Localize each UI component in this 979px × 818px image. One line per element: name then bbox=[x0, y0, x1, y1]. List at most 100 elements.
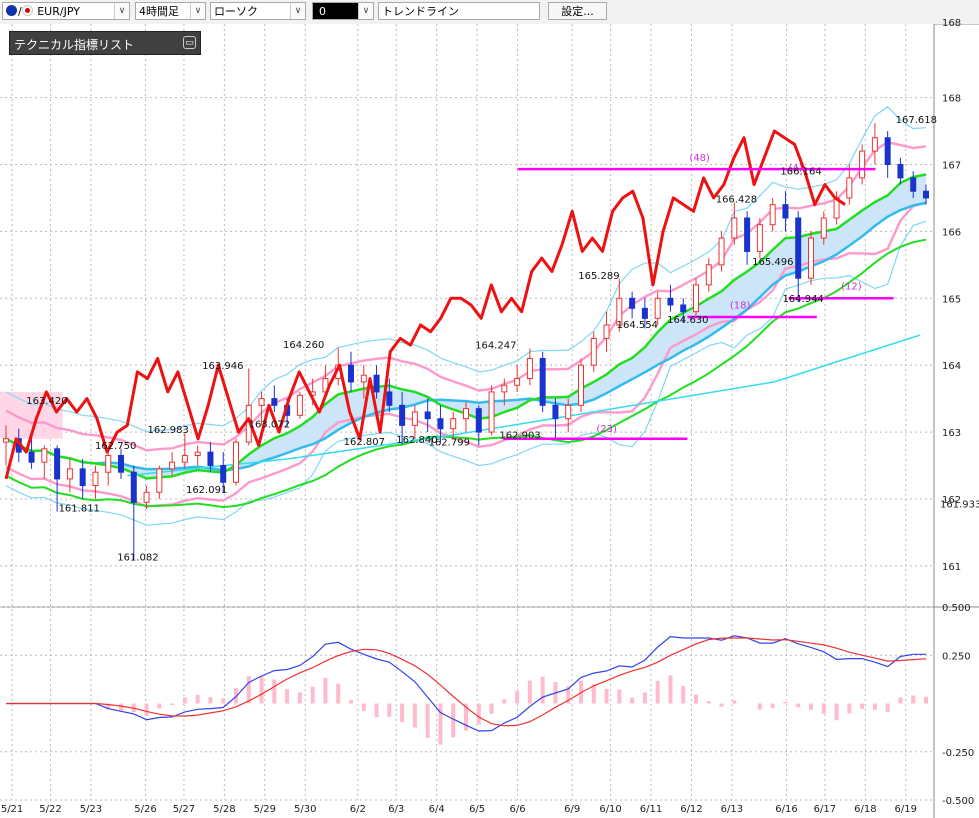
candle-body bbox=[233, 441, 239, 483]
macd-histogram-bar bbox=[885, 703, 890, 712]
candle-body bbox=[859, 150, 866, 179]
macd-histogram-bar bbox=[400, 703, 405, 723]
macd-histogram-bar bbox=[144, 703, 149, 716]
candle-body bbox=[105, 454, 112, 473]
macd-histogram-bar bbox=[527, 680, 532, 704]
candle-body bbox=[603, 324, 610, 339]
candle-body bbox=[258, 398, 265, 406]
price-label: 164.247 bbox=[475, 341, 516, 352]
macd-histogram-bar bbox=[374, 703, 379, 718]
candle-body bbox=[501, 384, 508, 393]
price-label: 166.164 bbox=[780, 167, 821, 178]
candle-body bbox=[731, 217, 738, 239]
x-axis: 5/21 5/22 5/23 5/26 5/27 5/28 5/29 5/30 6/2 6/3 6/… bbox=[1, 804, 917, 815]
candle-body bbox=[220, 465, 227, 483]
candle-body bbox=[130, 471, 137, 503]
candle-body bbox=[424, 411, 431, 420]
x-tick-label: 6/19 bbox=[895, 804, 917, 815]
macd-histogram-bar bbox=[821, 703, 826, 714]
candle-body bbox=[143, 491, 150, 503]
macd-histogram-bar bbox=[617, 689, 622, 704]
candle-body bbox=[667, 297, 674, 306]
candle-body bbox=[3, 438, 9, 443]
macd-histogram-bar bbox=[872, 703, 877, 710]
candle-body bbox=[373, 374, 380, 393]
macd-histogram-bar bbox=[349, 700, 353, 704]
x-tick-label: 5/23 bbox=[80, 804, 102, 815]
candle-body bbox=[693, 284, 699, 313]
candle-body bbox=[910, 177, 917, 192]
macd-tick-label: -0.500 bbox=[942, 796, 974, 807]
trendline-label: (48) bbox=[689, 153, 710, 164]
macd-histogram-bar bbox=[694, 694, 698, 704]
trendline-label: (18) bbox=[730, 300, 751, 311]
candle-body bbox=[28, 451, 35, 463]
macd-histogram-bar bbox=[502, 699, 507, 704]
price-label: 163.420 bbox=[26, 396, 67, 407]
x-tick-label: 6/13 bbox=[721, 804, 743, 815]
price-label: 162.091 bbox=[186, 485, 227, 496]
macd-histogram-bar bbox=[642, 692, 647, 704]
candle-body bbox=[296, 394, 303, 416]
price-label: 165.289 bbox=[578, 271, 619, 282]
candle-body bbox=[475, 408, 482, 433]
x-tick-label: 6/6 bbox=[510, 804, 526, 815]
candle-body bbox=[54, 448, 61, 480]
y-tick-label: 161.933 bbox=[940, 499, 979, 510]
candle-body bbox=[897, 163, 904, 179]
y-tick-label: 168 bbox=[942, 94, 961, 105]
x-tick-label: 6/12 bbox=[680, 804, 702, 815]
price-label: 164.554 bbox=[617, 320, 658, 331]
macd-histogram-bar bbox=[489, 703, 494, 714]
candle-body bbox=[450, 418, 457, 430]
candle-body bbox=[41, 448, 48, 463]
macd-histogram-bar bbox=[221, 698, 226, 704]
macd-histogram-bar bbox=[911, 695, 916, 704]
y-tick-label: 161 bbox=[942, 562, 961, 573]
macd-histogram-bar bbox=[272, 679, 277, 704]
candle-body bbox=[705, 264, 712, 286]
macd-histogram-bar bbox=[719, 703, 724, 707]
macd-histogram-bar bbox=[438, 703, 443, 745]
price-label: 164.630 bbox=[667, 315, 708, 326]
x-tick-label: 5/29 bbox=[254, 804, 276, 815]
macd-histogram-bar bbox=[208, 697, 213, 704]
candle-body bbox=[629, 297, 636, 309]
candle-body bbox=[654, 297, 661, 319]
x-tick-label: 5/30 bbox=[294, 804, 316, 815]
candle-body bbox=[680, 304, 687, 313]
macd-histogram-bar bbox=[604, 688, 609, 704]
macd-histogram-bar bbox=[425, 703, 430, 738]
y-tick-label: 164 bbox=[942, 361, 961, 372]
macd-histogram-bar bbox=[630, 697, 635, 704]
price-label: 162.983 bbox=[148, 425, 189, 436]
candle-body bbox=[386, 391, 393, 406]
macd-histogram-bar bbox=[898, 697, 903, 704]
macd-histogram-bar bbox=[412, 703, 417, 728]
minimize-icon[interactable]: ▭ bbox=[183, 36, 196, 49]
macd-histogram-bar bbox=[476, 703, 481, 725]
indicator-list-panel[interactable]: テクニカル指標リスト ▭ bbox=[9, 31, 201, 55]
candle-body bbox=[411, 411, 418, 426]
macd-tick-label: 0.500 bbox=[942, 603, 971, 614]
candle-body bbox=[169, 461, 176, 470]
macd-histogram-bar bbox=[540, 676, 545, 704]
price-label: 163.072 bbox=[249, 419, 290, 430]
macd-histogram-bar bbox=[655, 680, 660, 704]
x-tick-label: 5/26 bbox=[134, 804, 156, 815]
x-tick-label: 6/11 bbox=[640, 804, 662, 815]
macd-histogram-bar bbox=[770, 703, 775, 709]
candle-body bbox=[194, 451, 201, 456]
macd-histogram-bar bbox=[310, 686, 315, 704]
candle-body bbox=[923, 190, 929, 199]
macd-histogram-bar bbox=[182, 697, 187, 704]
macd-histogram-bar bbox=[285, 689, 290, 704]
price-label: 165.496 bbox=[752, 257, 793, 268]
x-tick-label: 6/4 bbox=[429, 804, 445, 815]
price-label: 166.428 bbox=[716, 195, 757, 206]
indicator-list-label: テクニカル指標リスト bbox=[14, 38, 135, 52]
y-tick-label: 168 bbox=[942, 18, 961, 29]
trendline-label: (23) bbox=[596, 424, 617, 435]
price-label: 162.750 bbox=[95, 441, 136, 452]
candle-body bbox=[348, 364, 354, 383]
